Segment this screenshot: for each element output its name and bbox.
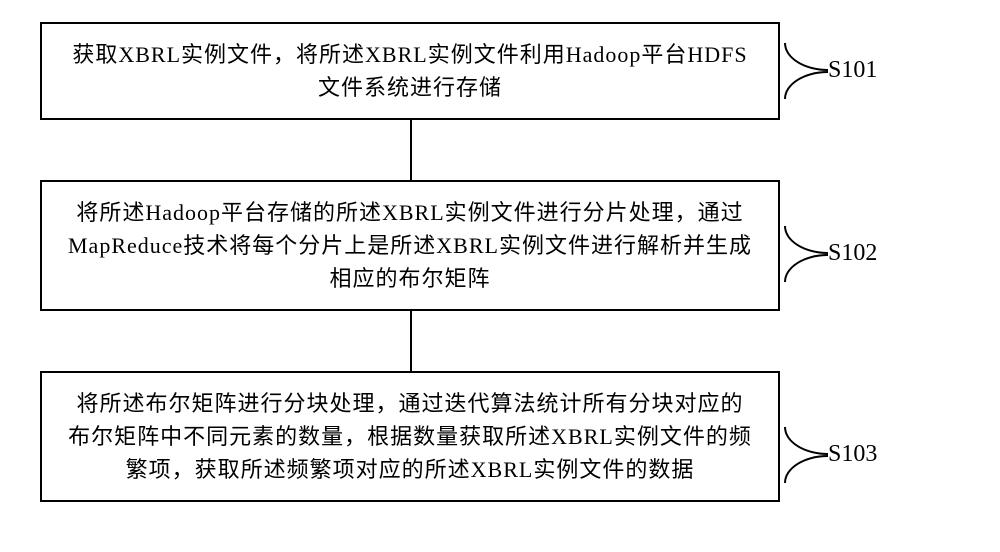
connector-curve-icon bbox=[784, 71, 828, 99]
connector-curve-icon bbox=[784, 427, 828, 455]
step-label-2: S102 bbox=[828, 240, 877, 267]
flow-step-2-text: 将所述Hadoop平台存储的所述XBRL实例文件进行分片处理，通过MapRedu… bbox=[66, 196, 754, 295]
connector-line bbox=[410, 120, 412, 180]
connector-curve-icon bbox=[784, 254, 828, 282]
step-label-1: S101 bbox=[828, 57, 877, 84]
step-label-2-text: S102 bbox=[828, 240, 877, 266]
connector-curve-icon bbox=[784, 455, 828, 483]
step-label-1-text: S101 bbox=[828, 57, 877, 83]
connector-curve-icon bbox=[784, 226, 828, 254]
step-label-3-text: S103 bbox=[828, 441, 877, 467]
flow-step-1: 获取XBRL实例文件，将所述XBRL实例文件利用Hadoop平台HDFS文件系统… bbox=[40, 22, 780, 120]
flow-step-1-text: 获取XBRL实例文件，将所述XBRL实例文件利用Hadoop平台HDFS文件系统… bbox=[66, 38, 754, 104]
flow-step-3: 将所述布尔矩阵进行分块处理，通过迭代算法统计所有分块对应的布尔矩阵中不同元素的数… bbox=[40, 371, 780, 502]
step-label-3: S103 bbox=[828, 441, 877, 468]
flow-step-2: 将所述Hadoop平台存储的所述XBRL实例文件进行分片处理，通过MapRedu… bbox=[40, 180, 780, 311]
connector-line bbox=[410, 311, 412, 371]
flow-step-3-text: 将所述布尔矩阵进行分块处理，通过迭代算法统计所有分块对应的布尔矩阵中不同元素的数… bbox=[66, 387, 754, 486]
connector-curve-icon bbox=[784, 43, 828, 71]
